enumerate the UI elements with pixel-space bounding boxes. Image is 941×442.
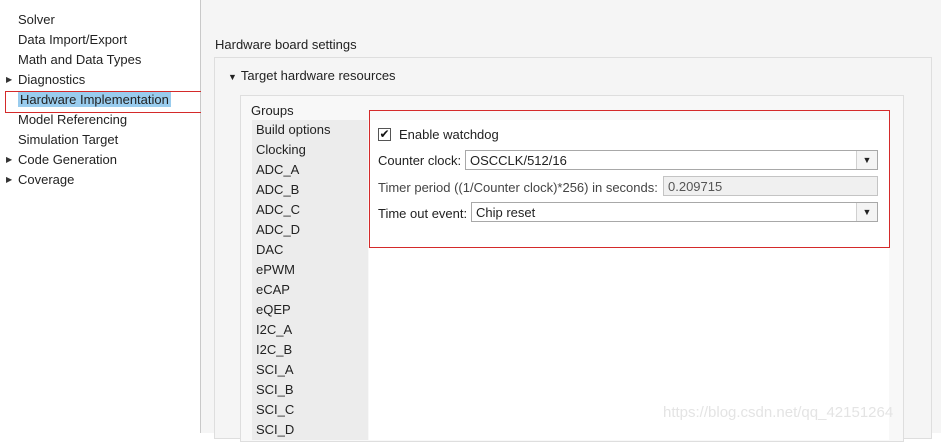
watermark: https://blog.csdn.net/qq_42151264 — [663, 404, 894, 421]
chevron-down-icon[interactable]: ▼ — [856, 151, 877, 169]
timeout-event-select[interactable]: Chip reset ▼ — [471, 202, 878, 222]
tree-item[interactable]: Data Import/Export — [6, 30, 198, 50]
chevron-down-icon[interactable]: ▼ — [856, 203, 877, 221]
enable-watchdog-checkbox[interactable]: ✔ — [378, 128, 391, 141]
group-item[interactable]: eCAP — [256, 280, 290, 300]
timeout-event-value: Chip reset — [476, 205, 536, 220]
group-item[interactable]: eQEP — [256, 300, 291, 320]
group-item[interactable]: ePWM — [256, 260, 295, 280]
group-item[interactable]: SCI_C — [256, 400, 294, 420]
section-title-label: Target hardware resources — [240, 68, 396, 83]
tree-item[interactable]: ▶ Coverage — [6, 170, 198, 190]
group-item[interactable]: ADC_B — [256, 180, 299, 200]
timer-period-field: 0.209715 — [663, 176, 878, 196]
tree-item-label: Code Generation — [18, 152, 118, 167]
tree-item-label: Math and Data Types — [18, 52, 142, 67]
tree-item-label: Coverage — [18, 172, 75, 187]
tree-item[interactable]: ▶ Code Generation — [6, 150, 198, 170]
config-tree-panel: Solver Data Import/Export Math and Data Ty… — [0, 0, 201, 433]
group-item[interactable]: ADC_A — [256, 160, 299, 180]
counter-clock-select[interactable]: OSCCLK/512/16 ▼ — [465, 150, 878, 170]
group-item[interactable]: Clocking — [256, 140, 306, 160]
group-item[interactable]: SCI_B — [256, 380, 294, 400]
timer-period-value: 0.209715 — [668, 179, 723, 194]
tree-item-label: Diagnostics — [18, 72, 86, 87]
section-header-target-hardware-resources[interactable]: ▼ Target hardware resources — [228, 68, 396, 83]
collapse-triangle-icon: ▼ — [228, 72, 237, 82]
group-item[interactable]: Build options — [256, 120, 330, 140]
group-item[interactable]: ADC_D — [256, 220, 300, 240]
tree-item-label: Hardware Implementation — [18, 92, 171, 107]
tree-item[interactable]: Hardware Implementation — [6, 90, 198, 110]
group-item[interactable]: SCI_A — [256, 360, 294, 380]
expand-arrow-icon[interactable]: ▶ — [6, 170, 18, 190]
timer-period-label: Timer period ((1/Counter clock)*256) in … — [378, 180, 658, 195]
expand-arrow-icon[interactable]: ▶ — [6, 150, 18, 170]
tree-item[interactable]: Math and Data Types — [6, 50, 198, 70]
group-item[interactable]: I2C_B — [256, 340, 292, 360]
groups-label: Groups — [251, 103, 294, 118]
tree-item-label: Data Import/Export — [18, 32, 128, 47]
tree-item-label: Model Referencing — [18, 112, 128, 127]
enable-watchdog-label: Enable watchdog — [399, 127, 499, 142]
tree-item-label: Solver — [18, 12, 55, 27]
group-item[interactable]: DAC — [256, 240, 283, 260]
groups-list: Build options Clocking ADC_A ADC_B ADC_C ADC_… — [252, 120, 368, 440]
counter-clock-label: Counter clock: — [378, 153, 462, 168]
group-item[interactable]: I2C_A — [256, 320, 292, 340]
counter-clock-value: OSCCLK/512/16 — [470, 153, 567, 168]
timeout-event-label: Time out event: — [378, 206, 468, 221]
group-item[interactable]: ADC_C — [256, 200, 300, 220]
tree-item-label: Simulation Target — [18, 132, 119, 147]
tree-item[interactable]: Simulation Target — [6, 130, 198, 150]
group-item[interactable]: SCI_D — [256, 420, 294, 440]
expand-arrow-icon[interactable]: ▶ — [6, 70, 18, 90]
tree-item[interactable]: Solver — [6, 10, 198, 30]
tree-item[interactable]: ▶ Diagnostics — [6, 70, 198, 90]
check-icon: ✔ — [379, 127, 390, 141]
page-title: Hardware board settings — [215, 37, 357, 52]
tree-item[interactable]: Model Referencing — [6, 110, 198, 130]
